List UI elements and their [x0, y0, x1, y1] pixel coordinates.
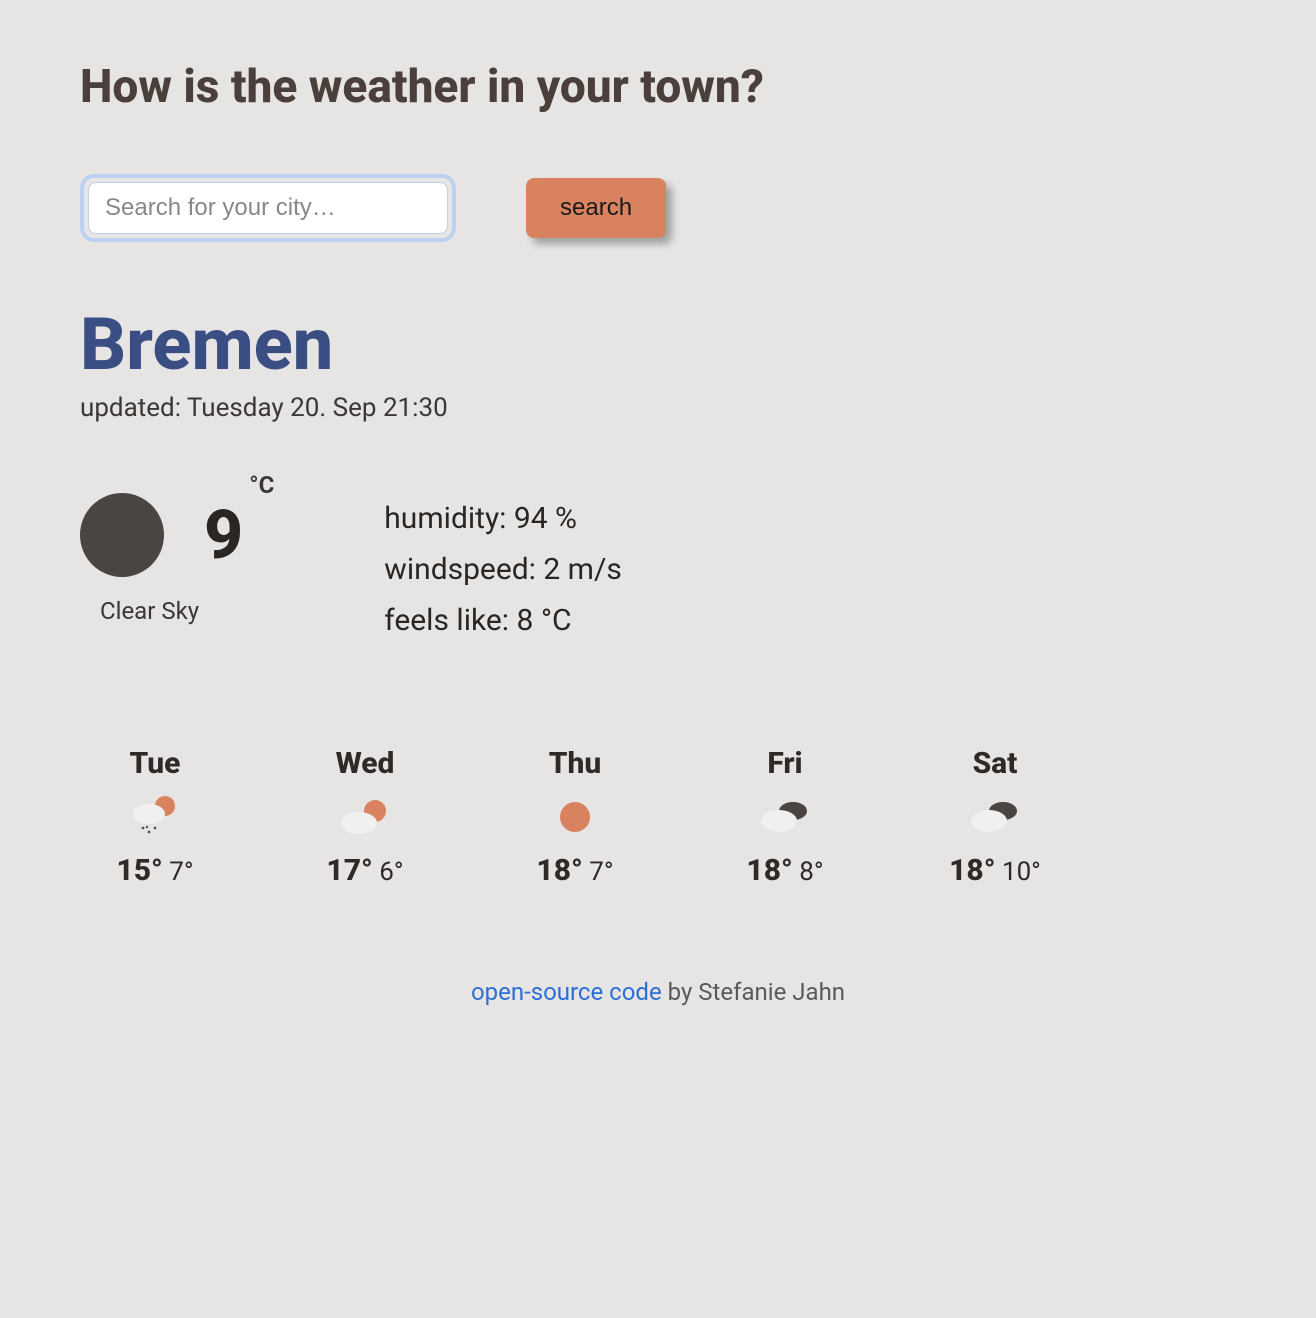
- forecast-row: Tue 15° 7° Wed 17° 6° Thu 18° 7° Fri 18° 8° Sat 1…: [80, 746, 1236, 888]
- forecast-lo: 8°: [799, 857, 823, 887]
- forecast-col: Fri 18° 8°: [710, 746, 860, 888]
- current-temp-wrap: 9°C: [204, 495, 274, 575]
- current-left: 9°C Clear Sky: [80, 493, 274, 625]
- forecast-col: Wed 17° 6°: [290, 746, 440, 888]
- cloud-sun-icon: [339, 797, 391, 837]
- feelslike-label: feels like: 8 °C: [384, 595, 622, 646]
- city-name: Bremen: [80, 302, 1236, 387]
- forecast-temps: 17° 6°: [326, 853, 403, 888]
- forecast-day: Sat: [973, 746, 1018, 781]
- footer: open-source code by Stefanie Jahn: [80, 978, 1236, 1006]
- city-search-input[interactable]: [88, 182, 448, 234]
- condition-label: Clear Sky: [100, 597, 274, 625]
- current-weather: 9°C Clear Sky humidity: 94 % windspeed: …: [80, 493, 1236, 646]
- cloudy-icon: [967, 797, 1023, 837]
- forecast-day: Thu: [549, 746, 602, 781]
- forecast-hi: 18°: [536, 853, 582, 888]
- forecast-lo: 7°: [169, 857, 193, 887]
- search-button[interactable]: search: [526, 178, 666, 238]
- current-details: humidity: 94 % windspeed: 2 m/s feels li…: [384, 493, 622, 646]
- forecast-day: Wed: [336, 746, 395, 781]
- forecast-lo: 7°: [589, 857, 613, 887]
- sun-icon: [557, 797, 593, 837]
- forecast-temps: 18° 7°: [536, 853, 613, 888]
- forecast-temps: 15° 7°: [116, 853, 193, 888]
- page-title: How is the weather in your town?: [80, 60, 1236, 114]
- forecast-day: Tue: [130, 746, 181, 781]
- forecast-lo: 10°: [1002, 857, 1041, 887]
- temp-unit: °C: [249, 471, 274, 499]
- forecast-lo: 6°: [379, 857, 403, 887]
- forecast-hi: 15°: [116, 853, 162, 888]
- forecast-hi: 18°: [949, 853, 995, 888]
- open-source-link[interactable]: open-source code: [471, 978, 662, 1006]
- forecast-temps: 18° 10°: [949, 853, 1041, 888]
- forecast-hi: 18°: [746, 853, 792, 888]
- forecast-temps: 18° 8°: [746, 853, 823, 888]
- forecast-day: Fri: [767, 746, 802, 781]
- forecast-col: Thu 18° 7°: [500, 746, 650, 888]
- search-input-wrap: [80, 174, 456, 242]
- footer-byline: by Stefanie Jahn: [662, 978, 845, 1006]
- humidity-label: humidity: 94 %: [384, 493, 622, 544]
- windspeed-label: windspeed: 2 m/s: [384, 544, 622, 595]
- forecast-col: Tue 15° 7°: [80, 746, 230, 888]
- forecast-hi: 17°: [326, 853, 372, 888]
- updated-timestamp: updated: Tuesday 20. Sep 21:30: [80, 393, 1236, 423]
- moon-icon: [80, 493, 164, 577]
- cloudy-icon: [757, 797, 813, 837]
- current-temp: 9: [204, 495, 243, 575]
- forecast-col: Sat 18° 10°: [920, 746, 1070, 888]
- search-row: search: [80, 174, 1236, 242]
- rain-sun-icon: [129, 797, 181, 837]
- current-main: 9°C: [80, 493, 274, 577]
